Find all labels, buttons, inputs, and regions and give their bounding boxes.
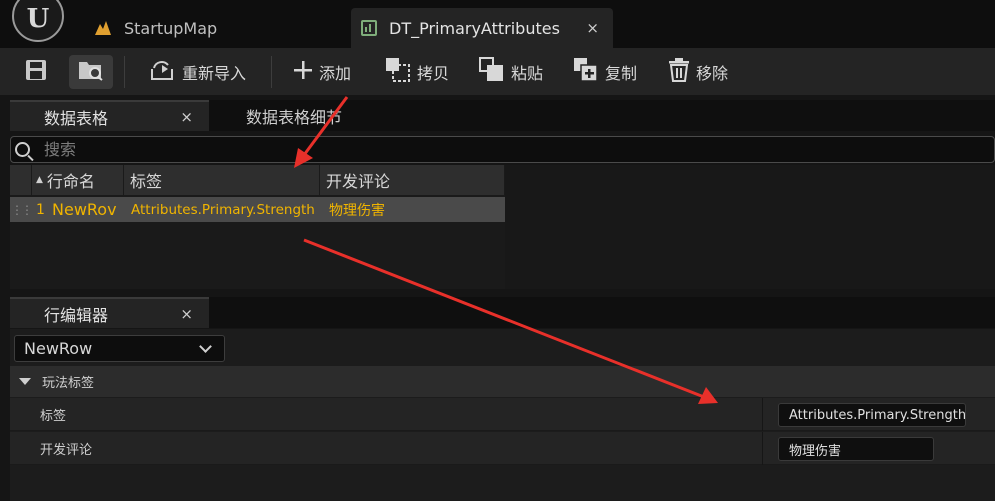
tab-label: StartupMap — [124, 18, 218, 38]
data-table-icon — [361, 20, 377, 36]
column-header-dev-comment[interactable]: 开发评论 — [320, 165, 505, 195]
drag-handle-icon[interactable]: ⋮⋮ — [10, 197, 33, 222]
tab-startup-map[interactable]: StartupMap — [92, 8, 217, 48]
table-empty-area — [505, 165, 995, 289]
paste-icon — [479, 57, 505, 87]
unreal-logo-icon[interactable]: U — [12, 0, 64, 42]
row-editor-panel-tabs: 行编辑器 × — [10, 297, 995, 328]
property-label: 标签 — [40, 408, 67, 424]
column-header-tag[interactable]: 标签 — [124, 165, 320, 195]
dev-comment-value-field[interactable]: 物理伤害 — [778, 437, 934, 461]
table-row[interactable]: ⋮⋮ 1 NewRov Attributes.Primary.Strength … — [10, 197, 505, 222]
tab-data-table-details[interactable]: 数据表格细节 — [215, 100, 415, 131]
data-table-grid: ▲ 行命名 标签 开发评论 ⋮⋮ 1 NewRov Attributes.Pri… — [10, 165, 995, 289]
search-icon — [15, 142, 30, 157]
row-select-dropdown[interactable]: NewRow — [14, 335, 225, 362]
title-bar: U StartupMap DT_PrimaryAttributes × — [0, 0, 995, 48]
tab-data-table[interactable]: DT_PrimaryAttributes × — [351, 8, 613, 48]
copy-button[interactable]: 拷贝 — [385, 55, 449, 89]
tab-data-table-grid[interactable]: 数据表格 × — [10, 100, 209, 131]
toolbar: 重新导入 添加 拷贝 粘贴 复制 移除 — [0, 48, 995, 95]
row-name-cell: NewRov — [52, 200, 117, 219]
tag-value-field[interactable]: Attributes.Primary.Strength — [778, 403, 966, 427]
close-icon[interactable]: × — [180, 108, 193, 126]
chevron-down-icon — [199, 340, 212, 353]
category-header-gameplay-tags[interactable]: 玩法标签 — [10, 366, 995, 397]
close-icon[interactable]: × — [586, 19, 599, 37]
search-input[interactable] — [44, 140, 344, 159]
sort-ascending-icon: ▲ — [36, 175, 43, 185]
close-icon[interactable]: × — [180, 305, 193, 323]
property-row-tag: 标签 Attributes.Primary.Strength — [10, 398, 995, 431]
browse-asset-button[interactable] — [69, 55, 113, 89]
column-header-row-name[interactable]: ▲ 行命名 — [32, 165, 124, 195]
header-grip — [10, 165, 32, 195]
collapse-triangle-icon — [19, 378, 31, 385]
paste-button[interactable]: 粘贴 — [479, 55, 543, 89]
level-map-icon — [94, 20, 112, 36]
reimport-button[interactable]: 重新导入 — [150, 55, 246, 89]
duplicate-button[interactable]: 复制 — [573, 55, 637, 89]
dev-comment-cell: 物理伤害 — [329, 202, 385, 219]
plus-icon — [293, 60, 313, 84]
duplicate-icon — [573, 57, 599, 87]
reimport-icon — [150, 59, 176, 85]
save-icon — [25, 59, 47, 85]
property-row-dev-comment: 开发评论 物理伤害 — [10, 432, 995, 465]
search-box — [10, 136, 995, 163]
save-button[interactable] — [14, 55, 58, 89]
row-index: 1 — [36, 201, 45, 218]
remove-button[interactable]: 移除 — [668, 55, 728, 89]
copy-icon — [385, 57, 411, 87]
tab-label: DT_PrimaryAttributes — [389, 18, 560, 38]
browse-folder-icon — [78, 59, 104, 85]
datatable-panel-tabs: 数据表格 × 数据表格细节 — [10, 100, 995, 131]
add-row-button[interactable]: 添加 — [293, 55, 351, 89]
tab-row-editor[interactable]: 行编辑器 × — [10, 297, 209, 328]
table-header: ▲ 行命名 标签 开发评论 — [10, 165, 505, 195]
trash-icon — [668, 58, 690, 86]
tag-cell: Attributes.Primary.Strength — [131, 201, 315, 218]
property-label: 开发评论 — [40, 442, 93, 458]
